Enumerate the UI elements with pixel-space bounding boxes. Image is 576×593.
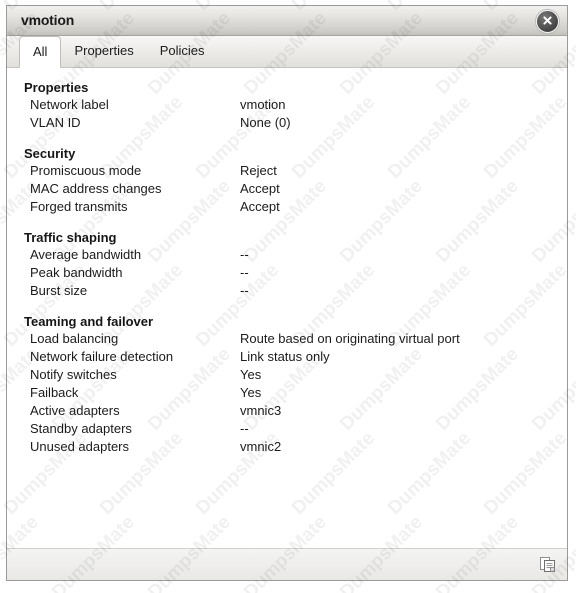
property-row: Peak bandwidth -- — [7, 264, 567, 282]
section-title: Traffic shaping — [7, 230, 567, 245]
property-label: Peak bandwidth — [30, 264, 123, 282]
property-value: vmnic3 — [240, 402, 281, 420]
property-row: Average bandwidth -- — [7, 246, 567, 264]
property-label: Notify switches — [30, 366, 117, 384]
property-row: Active adapters vmnic3 — [7, 402, 567, 420]
property-label: Standby adapters — [30, 420, 132, 438]
property-value: Accept — [240, 180, 280, 198]
property-row: VLAN ID None (0) — [7, 114, 567, 132]
property-label: Burst size — [30, 282, 87, 300]
property-label: Failback — [30, 384, 78, 402]
property-row: Promiscuous mode Reject — [7, 162, 567, 180]
section-spacer — [7, 216, 567, 230]
property-value: -- — [240, 282, 249, 300]
property-row: Network failure detection Link status onl… — [7, 348, 567, 366]
property-value: vmnic2 — [240, 438, 281, 456]
property-row: Failback Yes — [7, 384, 567, 402]
copy-icon — [537, 553, 559, 575]
property-section-list: PropertiesNetwork label vmotion VLAN ID Non… — [7, 68, 567, 456]
property-value: Route based on originating virtual port — [240, 330, 460, 348]
property-value: Accept — [240, 198, 280, 216]
close-icon — [542, 15, 553, 26]
property-row: Network label vmotion — [7, 96, 567, 114]
property-value: vmotion — [240, 96, 286, 114]
property-value: Reject — [240, 162, 277, 180]
property-value: Yes — [240, 384, 261, 402]
property-row: Load balancing Route based on originating… — [7, 330, 567, 348]
tab-policies[interactable]: Policies — [147, 36, 218, 68]
section-title: Security — [7, 146, 567, 161]
property-section: PropertiesNetwork label vmotion VLAN ID Non… — [7, 80, 567, 132]
property-label: Network label — [30, 96, 109, 114]
details-content: PropertiesNetwork label vmotion VLAN ID Non… — [7, 68, 567, 548]
title-bar: vmotion — [7, 6, 567, 36]
property-label: Average bandwidth — [30, 246, 141, 264]
property-label: Load balancing — [30, 330, 118, 348]
property-label: Network failure detection — [30, 348, 173, 366]
tab-label: Policies — [160, 43, 205, 58]
property-label: VLAN ID — [30, 114, 81, 132]
window-title: vmotion — [21, 12, 74, 28]
property-row: Burst size -- — [7, 282, 567, 300]
tab-label: Properties — [74, 43, 133, 58]
property-row: Standby adapters -- — [7, 420, 567, 438]
tab-label: All — [33, 44, 47, 59]
footer-bar — [7, 548, 567, 580]
property-value: -- — [240, 264, 249, 282]
port-group-details-dialog: vmotion All Properties Policies Properties… — [6, 5, 568, 581]
property-section: SecurityPromiscuous modeRejectMAC addres… — [7, 146, 567, 216]
property-section: Traffic shapingAverage bandwidth--Peak b… — [7, 230, 567, 300]
property-row: Forged transmits Accept — [7, 198, 567, 216]
section-title: Teaming and failover — [7, 314, 567, 329]
property-value: Link status only — [240, 348, 330, 366]
property-label: MAC address changes — [30, 180, 162, 198]
property-row: MAC address changes Accept — [7, 180, 567, 198]
section-title: Properties — [7, 80, 567, 95]
property-label: Promiscuous mode — [30, 162, 141, 180]
property-label: Unused adapters — [30, 438, 129, 456]
property-label: Active adapters — [30, 402, 120, 420]
tab-all[interactable]: All — [19, 36, 61, 68]
property-value: Yes — [240, 366, 261, 384]
property-value: -- — [240, 420, 249, 438]
property-row: Notify switches Yes — [7, 366, 567, 384]
property-value: None (0) — [240, 114, 291, 132]
close-button[interactable] — [536, 10, 559, 33]
property-row: Unused adapters vmnic2 — [7, 438, 567, 456]
property-label: Forged transmits — [30, 198, 128, 216]
tab-strip: All Properties Policies — [7, 36, 567, 68]
tab-properties[interactable]: Properties — [61, 36, 146, 68]
property-section: Teaming and failoverLoad balancing Route … — [7, 314, 567, 456]
section-spacer — [7, 300, 567, 314]
property-value: -- — [240, 246, 249, 264]
copy-resize-icon[interactable] — [537, 553, 559, 575]
section-spacer — [7, 132, 567, 146]
